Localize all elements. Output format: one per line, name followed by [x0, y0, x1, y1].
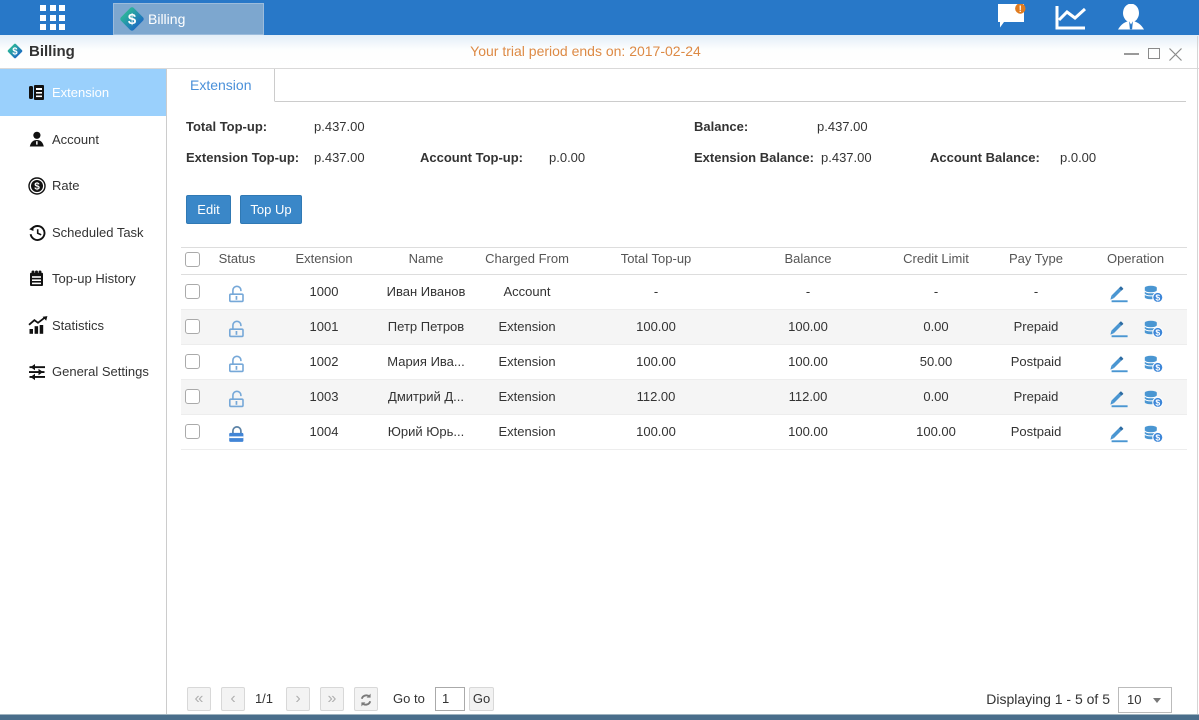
svg-text:$: $: [1155, 328, 1160, 338]
svg-text:$: $: [1155, 433, 1160, 443]
svg-text:$: $: [34, 181, 40, 192]
svg-text:$: $: [1155, 293, 1160, 303]
svg-text:$: $: [128, 11, 137, 28]
svg-text:$: $: [1155, 363, 1160, 373]
svg-text:$: $: [1155, 398, 1160, 408]
svg-text:!: !: [1019, 4, 1022, 14]
